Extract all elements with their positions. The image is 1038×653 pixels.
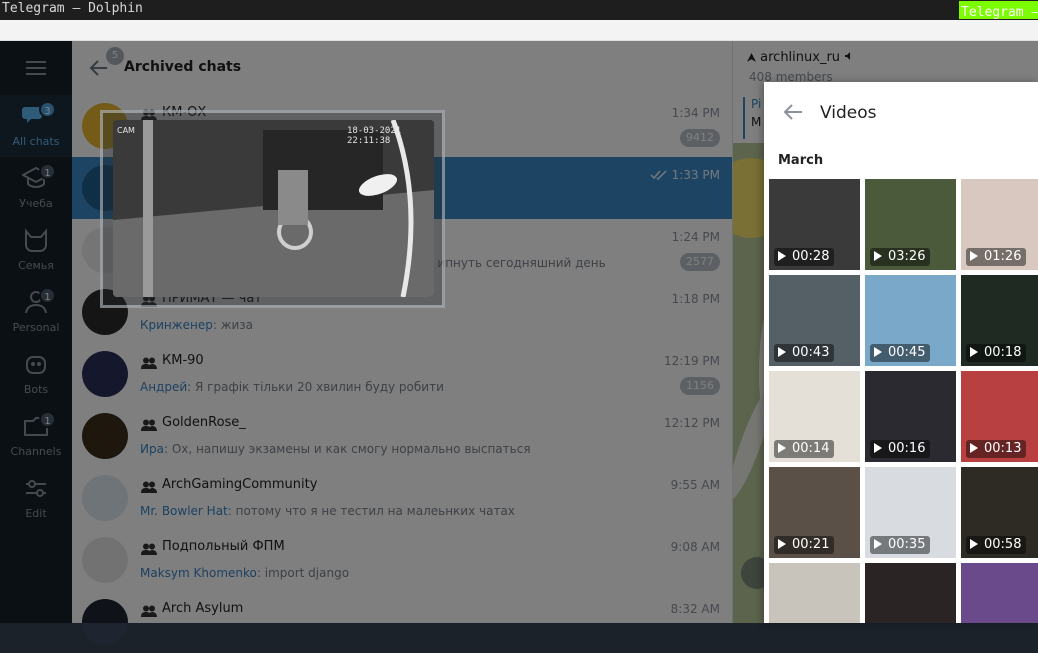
video-duration: 01:26	[966, 248, 1027, 266]
video-thumbnail[interactable]: 00:28	[769, 179, 860, 270]
video-thumbnail[interactable]	[961, 563, 1038, 623]
play-icon	[874, 539, 882, 549]
video-duration: 00:14	[774, 440, 835, 458]
video-thumbnail[interactable]: 00:45	[865, 275, 956, 366]
window-title: Telegram — Dolphin	[2, 1, 143, 16]
video-drag-preview[interactable]: CAM 18-03-2021 22:11:38	[100, 110, 445, 308]
video-thumbnail[interactable]: 00:21	[769, 467, 860, 558]
app-top-strip	[0, 20, 1038, 41]
video-thumbnail[interactable]: 00:14	[769, 371, 860, 462]
camera-label: CAM	[117, 126, 135, 135]
play-icon	[874, 443, 882, 453]
video-frame: CAM 18-03-2021 22:11:38	[113, 120, 434, 297]
window-title-bar: Telegram — Dolphin Telegram — Dolphin	[0, 0, 1038, 20]
play-icon	[970, 251, 978, 261]
video-duration: 00:18	[966, 344, 1027, 362]
video-duration: 00:28	[774, 248, 835, 266]
back-arrow-icon[interactable]	[782, 102, 804, 122]
play-icon	[874, 347, 882, 357]
video-thumbnail[interactable]: 00:43	[769, 275, 860, 366]
video-thumbnail[interactable]: 00:58	[961, 467, 1038, 558]
video-thumbnail[interactable]: 00:18	[961, 275, 1038, 366]
video-duration: 00:58	[966, 536, 1027, 554]
video-duration: 00:45	[870, 344, 931, 362]
video-duration: 00:16	[870, 440, 931, 458]
play-icon	[970, 347, 978, 357]
video-duration: 00:21	[774, 536, 835, 554]
play-icon	[778, 347, 786, 357]
video-duration: 03:26	[870, 248, 931, 266]
video-thumbnail[interactable]: 00:13	[961, 371, 1038, 462]
video-duration: 00:43	[774, 344, 835, 362]
play-icon	[874, 251, 882, 261]
video-thumbnail[interactable]: 00:35	[865, 467, 956, 558]
video-thumbnail[interactable]	[769, 563, 860, 623]
play-icon	[778, 539, 786, 549]
active-window-tag[interactable]: Telegram — Dolphin	[959, 1, 1038, 19]
shared-videos-panel: Videos March 00:28 03:26 01:26 00:43 00:45 00…	[764, 82, 1038, 623]
month-header: March	[778, 153, 824, 168]
play-icon	[778, 251, 786, 261]
play-icon	[778, 443, 786, 453]
video-duration: 00:35	[870, 536, 931, 554]
video-duration: 00:13	[966, 440, 1027, 458]
play-icon	[970, 443, 978, 453]
video-thumbnail[interactable]: 03:26	[865, 179, 956, 270]
video-timestamp: 18-03-2021 22:11:38	[347, 126, 402, 146]
panel-title: Videos	[820, 103, 877, 123]
video-thumbnail[interactable]: 00:16	[865, 371, 956, 462]
video-thumbnail[interactable]: 01:26	[961, 179, 1038, 270]
play-icon	[970, 539, 978, 549]
video-thumbnail[interactable]	[865, 563, 956, 623]
